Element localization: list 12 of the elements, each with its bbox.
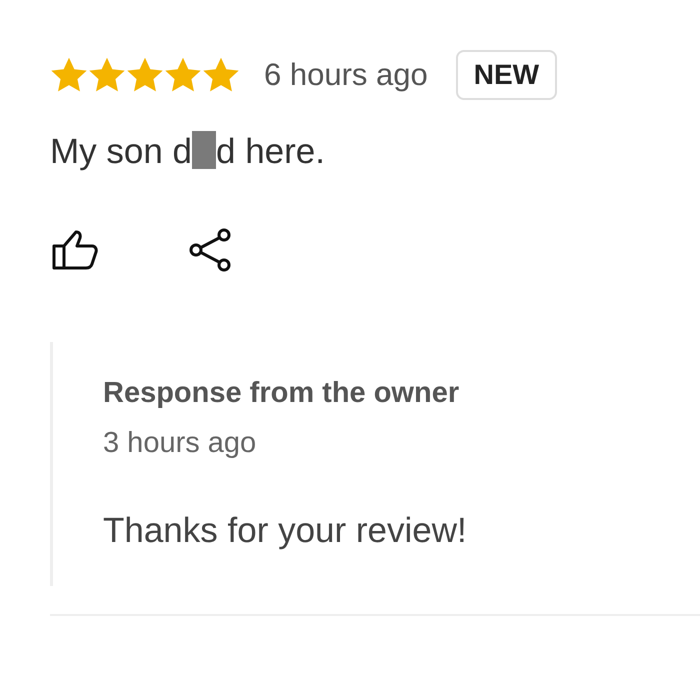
- response-text: Thanks for your review!: [103, 510, 468, 552]
- star-icon: [50, 56, 88, 93]
- star-icon: [126, 56, 164, 93]
- review-text: My son d d here.: [50, 130, 326, 173]
- star-icon: [164, 56, 202, 93]
- thumbs-up-icon[interactable]: [52, 230, 100, 270]
- star-icon: [202, 56, 240, 93]
- review-time: 6 hours ago: [264, 56, 428, 94]
- star-icon: [88, 56, 126, 93]
- new-badge: NEW: [456, 50, 558, 100]
- response-title: Response from the owner: [103, 376, 460, 412]
- response-time: 3 hours ago: [103, 426, 258, 461]
